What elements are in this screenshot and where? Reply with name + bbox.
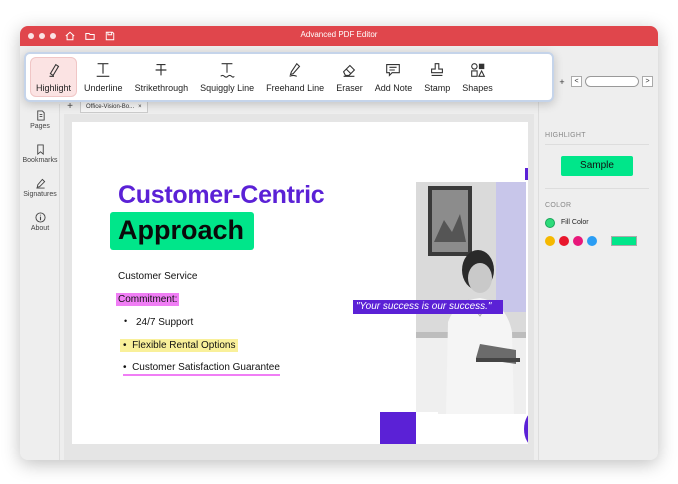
sidebar-item-label: Bookmarks <box>22 157 58 164</box>
tool-label: Freehand Line <box>266 83 325 93</box>
decorative-arc <box>524 412 528 444</box>
pink-underline: • Customer Satisfaction Guarantee <box>123 362 280 376</box>
tool-stamp[interactable]: Stamp <box>419 57 455 97</box>
info-icon <box>34 212 46 223</box>
office-photo <box>416 182 526 414</box>
fill-color-radio[interactable] <box>545 218 555 228</box>
pink-highlight: Commitment: <box>116 293 180 306</box>
title-bar: Advanced PDF Editor <box>20 26 658 46</box>
bullet-text: Flexible Rental Options <box>132 340 236 351</box>
decorative-strip <box>525 168 528 180</box>
bullet-underlined: • Customer Satisfaction Guarantee <box>123 362 280 376</box>
tool-label: Underline <box>84 83 123 93</box>
commitment-text: Commitment: <box>116 293 180 306</box>
stamp-icon <box>431 63 444 76</box>
page-subheading: Approach <box>118 215 245 245</box>
tool-squiggly[interactable]: Squiggly Line <box>195 57 259 97</box>
next-page-button[interactable]: > <box>642 76 653 87</box>
tool-add-note[interactable]: Add Note <box>370 57 418 97</box>
pdf-page: Customer-Centric Approach Customer Servi… <box>72 122 528 444</box>
document-viewport: Customer-Centric Approach Customer Servi… <box>64 114 574 460</box>
sidebar-item-pages[interactable]: Pages <box>20 110 60 130</box>
fill-color-label: Fill Color <box>561 219 589 226</box>
signature-icon <box>35 178 45 189</box>
sidebar-item-label: Signatures <box>23 191 57 198</box>
page-heading: Customer-Centric <box>118 181 325 209</box>
swatch-blue[interactable] <box>587 236 597 246</box>
bullet-text: Customer Satisfaction Guarantee <box>132 362 280 373</box>
page-navigation: + < > <box>556 76 653 87</box>
tool-shapes[interactable]: Shapes <box>457 57 498 97</box>
new-tab-button[interactable]: + <box>64 101 76 113</box>
bullet-text: 24/7 Support <box>136 317 194 328</box>
quote-text: "Your success is our success." <box>356 301 492 312</box>
annotation-toolbar: Highlight Underline Strikethrough Squigg… <box>24 52 554 102</box>
tool-label: Add Note <box>374 83 413 93</box>
swatch-red[interactable] <box>559 236 569 246</box>
close-tab-icon[interactable]: × <box>138 102 142 112</box>
properties-panel: HIGHLIGHT Sample COLOR Fill Color <box>538 102 658 460</box>
decorative-block <box>380 412 416 444</box>
tool-label: Stamp <box>424 83 451 93</box>
window-title: Advanced PDF Editor <box>300 30 378 39</box>
add-page-button[interactable]: + <box>556 77 568 87</box>
bullet-dot: • <box>124 316 128 326</box>
sidebar-item-about[interactable]: About <box>20 212 60 232</box>
tool-label: Strikethrough <box>134 83 189 93</box>
page-number-input[interactable] <box>585 76 639 87</box>
squiggly-icon <box>220 63 235 78</box>
pages-icon <box>36 110 45 121</box>
tool-label: Squiggly Line <box>200 83 255 93</box>
decorative-block-white <box>416 412 438 444</box>
tool-highlight[interactable]: Highlight <box>30 57 78 97</box>
yellow-highlight: • Flexible Rental Options <box>120 339 239 352</box>
sidebar-item-bookmarks[interactable]: Bookmarks <box>20 144 60 164</box>
app-window: Advanced PDF Editor Highlight Underline … <box>20 26 658 460</box>
bookmark-icon <box>36 144 44 155</box>
highlight-sample[interactable]: Sample <box>561 156 633 176</box>
tab-document[interactable]: Office-Vision-Bo... × <box>80 101 148 113</box>
service-text: Customer Service <box>118 271 198 282</box>
swatch-magenta[interactable] <box>573 236 583 246</box>
tool-strikethrough[interactable]: Strikethrough <box>130 57 194 97</box>
sidebar-item-label: About <box>30 225 50 232</box>
left-sidebar: Pages Bookmarks Signatures About <box>20 104 60 460</box>
eraser-icon <box>343 64 356 77</box>
underline-icon <box>96 63 110 77</box>
photo-image <box>416 182 526 414</box>
pen-icon <box>289 62 301 77</box>
swatch-yellow[interactable] <box>545 236 555 246</box>
shapes-icon <box>470 63 485 77</box>
divider <box>545 144 649 145</box>
tool-label: Eraser <box>336 83 363 93</box>
strikethrough-icon <box>155 64 167 76</box>
highlighter-icon <box>49 63 59 77</box>
tool-underline[interactable]: Underline <box>79 57 128 97</box>
highlight-section-label: HIGHLIGHT <box>545 132 586 139</box>
sidebar-item-label: Pages <box>30 123 50 130</box>
tool-eraser[interactable]: Eraser <box>331 57 368 97</box>
selected-color-swatch[interactable] <box>611 236 637 246</box>
tool-freehand[interactable]: Freehand Line <box>261 57 329 97</box>
tool-label: Shapes <box>462 83 493 93</box>
divider <box>545 188 649 189</box>
note-icon <box>386 64 401 77</box>
color-section-label: COLOR <box>545 202 572 209</box>
tab-title: Office-Vision-Bo... <box>86 104 135 110</box>
prev-page-button[interactable]: < <box>571 76 582 87</box>
document-tabs: + Office-Vision-Bo... × <box>64 100 148 114</box>
tool-label: Highlight <box>36 83 72 93</box>
bullet-highlighted: • Flexible Rental Options <box>120 339 239 352</box>
sidebar-item-signatures[interactable]: Signatures <box>20 178 60 198</box>
